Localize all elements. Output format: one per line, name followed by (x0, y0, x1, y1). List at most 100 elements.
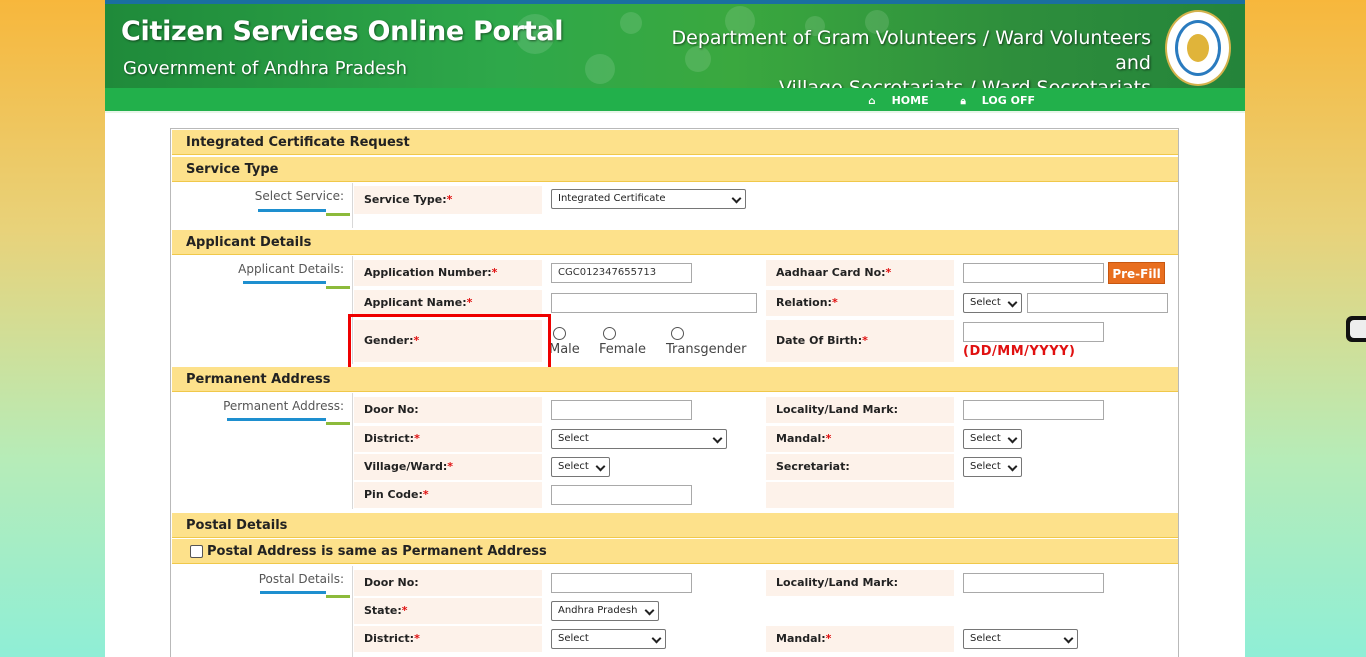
required-mark: * (466, 296, 473, 309)
permanent-address-side-label: Permanent Address: (223, 399, 344, 413)
postal-door-no-input[interactable] (551, 573, 692, 593)
postal-door-no-label: Door No: (354, 570, 542, 596)
date-of-birth-input[interactable] (963, 322, 1104, 342)
required-mark: * (414, 632, 420, 645)
prefill-button[interactable]: Pre-Fill (1108, 262, 1165, 284)
required-mark: * (885, 266, 892, 279)
required-mark: * (831, 296, 838, 309)
aadhaar-number-input[interactable] (963, 263, 1104, 283)
gender-transgender-label: Transgender (666, 342, 747, 357)
permanent-district-select[interactable]: Select (551, 429, 727, 449)
date-of-birth-label-text: Date Of Birth: (776, 334, 863, 347)
permanent-locality-label: Locality/Land Mark: (766, 397, 954, 423)
permanent-secretariat-select[interactable]: Select (963, 457, 1022, 477)
permanent-pin-code-label: Pin Code:* (354, 482, 542, 508)
required-mark: * (446, 193, 453, 206)
logoff-link[interactable]: 🔒︎ LOG OFF (946, 94, 1035, 107)
department-line-1: Department of Gram Volunteers / Ward Vol… (671, 27, 1151, 74)
date-format-hint: (DD/MM/YYYY) (963, 344, 1076, 359)
postal-details-heading: Postal Details (172, 513, 1178, 538)
chevron-down-icon (595, 461, 606, 472)
permanent-locality-input[interactable] (963, 400, 1104, 420)
postal-locality-input[interactable] (963, 573, 1104, 593)
chevron-down-icon (1007, 433, 1018, 444)
chevron-down-icon (651, 633, 662, 644)
service-type-label: Service Type:* (354, 186, 542, 214)
required-mark: * (401, 604, 408, 617)
column-divider (352, 566, 353, 657)
service-type-select-value: Integrated Certificate (558, 193, 666, 204)
header-decoration (585, 54, 615, 84)
postal-state-select[interactable]: Andhra Pradesh (551, 601, 659, 621)
permanent-secretariat-select-value: Select (970, 461, 1001, 472)
home-link-label: HOME (891, 94, 929, 107)
form-title: Integrated Certificate Request (172, 130, 1178, 155)
portal-subtitle: Government of Andhra Pradesh (123, 58, 408, 79)
nav-links: ⌂ HOME 🔒︎ LOG OFF (840, 94, 1035, 107)
relation-select[interactable]: Select (963, 293, 1022, 313)
side-underline (260, 591, 326, 594)
top-navbar: ⌂ HOME 🔒︎ LOG OFF (105, 88, 1245, 113)
postal-mandal-select[interactable]: Select (963, 629, 1078, 649)
relation-select-value: Select (970, 297, 1001, 308)
relation-label-text: Relation: (776, 296, 832, 309)
postal-locality-label: Locality/Land Mark: (766, 570, 954, 596)
permanent-address-heading: Permanent Address (172, 367, 1178, 392)
postal-details-side-label: Postal Details: (258, 572, 344, 586)
side-underline (227, 418, 326, 421)
page-container: Citizen Services Online Portal Governmen… (105, 0, 1245, 657)
gender-female-radio[interactable] (603, 327, 616, 340)
required-mark: * (825, 432, 832, 445)
permanent-village-select-value: Select (558, 461, 589, 472)
gender-highlight-box (348, 314, 551, 370)
gender-male-radio[interactable] (553, 327, 566, 340)
department-line-2: Village Secretariats / Ward Secretariats (778, 77, 1151, 88)
gender-male-label: Male (549, 342, 580, 357)
permanent-mandal-label-text: Mandal: (776, 432, 826, 445)
home-icon: ⌂ (868, 96, 876, 107)
required-mark: * (862, 334, 868, 347)
permanent-mandal-label: Mandal:* (766, 426, 954, 452)
column-divider (352, 393, 353, 509)
application-number-input[interactable]: CGC012347655713 (551, 263, 692, 283)
applicant-details-side-label: Applicant Details: (238, 262, 344, 276)
service-type-heading: Service Type (172, 157, 1178, 182)
applicant-name-input[interactable] (551, 293, 757, 313)
lock-icon: 🔒︎ (960, 96, 966, 107)
side-underline (258, 209, 326, 212)
postal-same-as-label[interactable]: Postal Address is same as Permanent Addr… (207, 544, 547, 559)
side-underline-accent (326, 286, 350, 289)
postal-district-select[interactable]: Select (551, 629, 666, 649)
permanent-door-no-label: Door No: (354, 397, 542, 423)
postal-mandal-select-value: Select (970, 633, 1001, 644)
permanent-door-no-input[interactable] (551, 400, 692, 420)
empty-cell (766, 482, 954, 508)
postal-mandal-label: Mandal:* (766, 626, 954, 652)
relation-name-input[interactable] (1027, 293, 1168, 313)
postal-state-select-value: Andhra Pradesh (558, 605, 638, 616)
gender-female-label: Female (599, 342, 647, 357)
permanent-secretariat-label: Secretariat: (766, 454, 954, 480)
permanent-village-label-text: Village/Ward: (364, 460, 448, 473)
permanent-district-label-text: District: (364, 432, 415, 445)
side-underline (243, 281, 326, 284)
chevron-down-icon (1007, 297, 1018, 308)
emblem-core (1187, 34, 1209, 62)
postal-same-as-checkbox[interactable] (190, 545, 203, 558)
certificate-request-form: Integrated Certificate Request Service T… (170, 128, 1179, 657)
side-scroll-tab-inner (1350, 320, 1366, 338)
gender-transgender-radio[interactable] (671, 327, 684, 340)
permanent-pin-code-input[interactable] (551, 485, 692, 505)
portal-title: Citizen Services Online Portal (121, 16, 564, 47)
permanent-village-select[interactable]: Select (551, 457, 610, 477)
permanent-mandal-select[interactable]: Select (963, 429, 1022, 449)
aadhaar-number-label-text: Aadhaar Card No: (776, 266, 886, 279)
side-underline-accent (326, 422, 350, 425)
home-link[interactable]: ⌂ HOME (854, 94, 928, 107)
permanent-district-label: District:* (354, 426, 542, 452)
service-type-select[interactable]: Integrated Certificate (551, 189, 746, 209)
applicant-name-label-text: Applicant Name: (364, 296, 467, 309)
permanent-pin-code-label-text: Pin Code: (364, 488, 423, 501)
column-divider (352, 183, 353, 228)
required-mark: * (414, 432, 420, 445)
